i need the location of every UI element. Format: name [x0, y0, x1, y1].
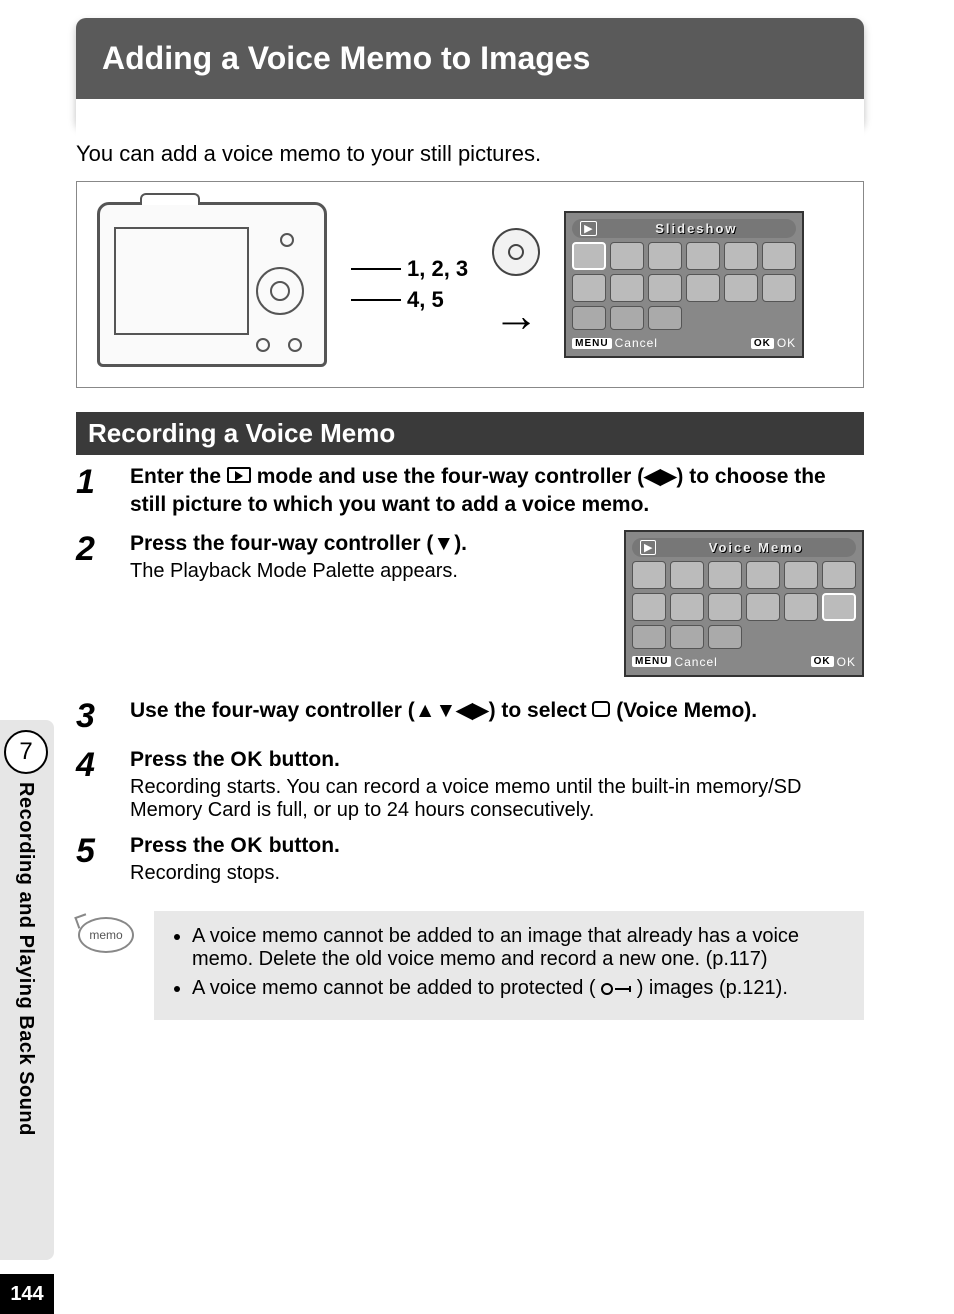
palette-icon — [670, 625, 704, 649]
lcd-voicememo: ▶ Voice Memo — [624, 530, 864, 677]
step-5-head: Press the OK button. — [130, 832, 864, 860]
step-3-text-a: Use the four-way controller (▲▼◀▶) to se… — [130, 699, 592, 722]
ok-label: OK — [777, 336, 796, 350]
memo-block: memo A voice memo cannot be added to an … — [76, 911, 864, 1020]
step-number: 1 — [76, 463, 110, 520]
step-4-text-b: button. — [269, 748, 340, 771]
ok-label: OK — [837, 655, 856, 669]
chapter-tab: 7 Recording and Playing Back Sound — [0, 720, 54, 1260]
memo-item-2b: ) images (p.121). — [637, 977, 788, 999]
palette-icon — [648, 306, 682, 330]
memo-body: A voice memo cannot be added to an image… — [154, 911, 864, 1020]
voice-memo-icon — [592, 701, 610, 717]
memo-label: memo — [89, 928, 122, 942]
palette-icon — [648, 242, 682, 270]
step-5-sub: Recording stops. — [130, 862, 864, 885]
palette-icon — [708, 593, 742, 621]
memo-item-1: A voice memo cannot be added to an image… — [192, 925, 846, 971]
palette-icon — [632, 593, 666, 621]
step-4-sub: Recording starts. You can record a voice… — [130, 776, 864, 822]
controller-icon — [492, 228, 540, 276]
step-number: 5 — [76, 832, 110, 885]
memo-item-2a: A voice memo cannot be added to protecte… — [192, 977, 596, 999]
lcd-title: Voice Memo — [664, 540, 848, 555]
palette-icon — [670, 561, 704, 589]
palette-icon — [610, 242, 644, 270]
ok-button-label: OK — [811, 656, 834, 667]
palette-icon — [610, 306, 644, 330]
cancel-label: Cancel — [674, 655, 717, 669]
palette-icon — [762, 274, 796, 302]
lcd-title: Slideshow — [605, 221, 789, 236]
ok-button-label: OK — [751, 338, 774, 349]
step-3-head: Use the four-way controller (▲▼◀▶) to se… — [130, 697, 864, 725]
intro-text: You can add a voice memo to your still p… — [76, 141, 864, 167]
palette-icon — [708, 625, 742, 649]
step-number: 4 — [76, 746, 110, 822]
palette-icon — [822, 561, 856, 589]
play-icon: ▶ — [640, 540, 656, 555]
step-5-text-b: button. — [269, 834, 340, 857]
menu-label: MENU — [632, 656, 671, 667]
arrow-right-icon: → — [493, 288, 539, 342]
cancel-label: Cancel — [615, 336, 658, 350]
step-number: 2 — [76, 530, 110, 687]
step-1-text-a: Enter the — [130, 465, 227, 488]
step-1: 1 Enter the mode and use the four-way co… — [76, 463, 864, 520]
step-3-text-b: (Voice Memo). — [616, 699, 757, 722]
palette-icon — [724, 242, 758, 270]
palette-icon — [784, 593, 818, 621]
step-2: 2 ▶ Voice Memo — [76, 530, 864, 687]
step-5: 5 Press the OK button. Recording stops. — [76, 832, 864, 885]
memo-item-2: A voice memo cannot be added to protecte… — [192, 977, 846, 1000]
page-number: 144 — [0, 1274, 54, 1314]
voice-memo-icon — [822, 593, 856, 621]
step-4-text-a: Press the — [130, 748, 230, 771]
play-icon: ▶ — [580, 221, 596, 236]
palette-icon — [724, 274, 758, 302]
arrow-block: → — [492, 228, 540, 342]
step-3: 3 Use the four-way controller (▲▼◀▶) to … — [76, 697, 864, 736]
palette-icon — [632, 625, 666, 649]
lcd-slideshow: ▶ Slideshow — [564, 211, 804, 358]
figure-callouts: 1, 2, 3 4, 5 — [351, 254, 468, 316]
step-number: 3 — [76, 697, 110, 736]
figure-box: 1, 2, 3 4, 5 → ▶ Slideshow — [76, 181, 864, 388]
palette-icon — [708, 561, 742, 589]
callout-2: 4, 5 — [407, 285, 444, 316]
palette-icon — [746, 561, 780, 589]
memo-icon: memo — [76, 911, 136, 1020]
ok-button-text: OK — [230, 834, 263, 857]
palette-icon — [610, 274, 644, 302]
palette-icon — [632, 561, 666, 589]
step-5-text-a: Press the — [130, 834, 230, 857]
menu-label: MENU — [572, 338, 611, 349]
step-4-head: Press the OK button. — [130, 746, 864, 774]
step-1-head: Enter the mode and use the four-way cont… — [130, 463, 864, 520]
palette-icon — [746, 593, 780, 621]
chapter-number-badge: 7 — [4, 730, 48, 774]
palette-icon — [572, 274, 606, 302]
steps-list: 1 Enter the mode and use the four-way co… — [76, 463, 864, 885]
page-title: Adding a Voice Memo to Images — [102, 40, 590, 76]
callout-1: 1, 2, 3 — [407, 254, 468, 285]
palette-icon — [670, 593, 704, 621]
palette-icon — [686, 274, 720, 302]
palette-icon — [784, 561, 818, 589]
step-4: 4 Press the OK button. Recording starts.… — [76, 746, 864, 822]
chapter-number: 7 — [19, 738, 32, 766]
palette-icon — [686, 242, 720, 270]
palette-icon — [762, 242, 796, 270]
palette-icon — [572, 306, 606, 330]
palette-icon — [572, 242, 606, 270]
palette-icon — [648, 274, 682, 302]
protect-key-icon — [601, 983, 631, 995]
section-heading: Recording a Voice Memo — [76, 412, 864, 455]
chapter-title: Recording and Playing Back Sound — [14, 782, 37, 1136]
playback-mode-icon — [227, 467, 251, 483]
ok-button-text: OK — [230, 748, 263, 771]
camera-illustration — [97, 202, 327, 367]
